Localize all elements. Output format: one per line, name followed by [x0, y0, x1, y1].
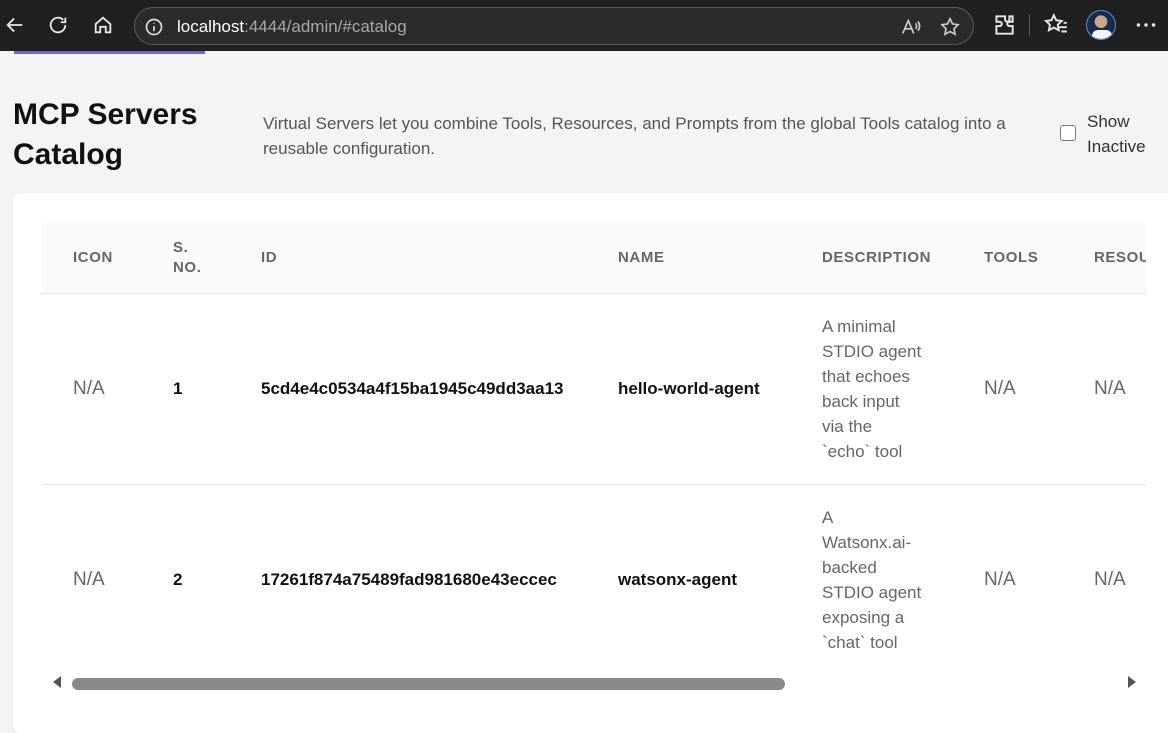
read-aloud-icon[interactable]: [900, 16, 922, 38]
scroll-right-arrow-icon[interactable]: [1128, 676, 1136, 688]
header-sno-text: S. NO.: [173, 238, 202, 276]
scrollbar-thumb[interactable]: [72, 678, 785, 690]
show-inactive-toggle[interactable]: Show Inactive: [1060, 109, 1157, 159]
table-row: N/A 1 5cd4e4c0534a4f15ba1945c49dd3aa13 h…: [42, 293, 1146, 484]
cell-icon: N/A: [73, 569, 105, 591]
show-inactive-checkbox[interactable]: [1060, 125, 1076, 141]
cell-description: A minimal STDIO agent that echoes back i…: [791, 293, 953, 484]
url-text[interactable]: localhost:4444/admin/#catalog: [177, 17, 407, 37]
profile-avatar[interactable]: [1086, 10, 1116, 40]
cell-resources: N/A: [1094, 378, 1126, 399]
cell-sno: 2: [173, 570, 183, 590]
browser-toolbar: localhost:4444/admin/#catalog: [0, 0, 1168, 51]
url-path: :4444/admin/#catalog: [244, 17, 407, 36]
favorites-icon[interactable]: [1043, 12, 1069, 38]
url-host: localhost: [177, 17, 245, 36]
header-tools: TOOLS: [984, 248, 1039, 266]
table-scroll-container[interactable]: ICON S. NO. ID NAME DESCRIPTION TOOLS RE…: [42, 223, 1146, 669]
active-tab-indicator: [14, 51, 205, 54]
toolbar-divider: [1029, 14, 1030, 36]
cell-name: watsonx-agent: [618, 570, 738, 590]
scroll-left-arrow-icon[interactable]: [53, 676, 61, 688]
catalog-card: ICON S. NO. ID NAME DESCRIPTION TOOLS RE…: [13, 193, 1168, 733]
horizontal-scrollbar[interactable]: [72, 678, 1120, 690]
header-name: NAME: [618, 248, 665, 266]
header-icon: ICON: [73, 248, 113, 266]
info-icon[interactable]: [144, 17, 164, 37]
header-sno: S. NO.: [142, 223, 230, 293]
cell-description: A Watsonx.ai-backed STDIO agent exposing…: [791, 484, 953, 669]
back-arrow-icon[interactable]: [0, 10, 30, 40]
cell-id: 17261f874a75489fad981680e43eccec: [261, 570, 557, 590]
cell-description-text: A minimal STDIO agent that echoes back i…: [822, 316, 922, 461]
refresh-icon[interactable]: [43, 10, 73, 40]
header-description: DESCRIPTION: [822, 248, 932, 266]
cell-id: 5cd4e4c0534a4f15ba1945c49dd3aa13: [261, 379, 564, 398]
page-title: MCP Servers Catalog: [13, 98, 198, 171]
cell-description-text: A Watsonx.ai-backed STDIO agent exposing…: [822, 507, 922, 652]
page-description: Virtual Servers let you combine Tools, R…: [263, 114, 1006, 158]
header-resources: RESOURCES: [1094, 248, 1146, 266]
cell-sno: 1: [173, 379, 183, 398]
cell-icon: N/A: [73, 378, 105, 399]
favorite-star-icon[interactable]: [939, 16, 961, 38]
cell-tools: N/A: [984, 378, 1016, 399]
header-id: ID: [261, 248, 278, 266]
catalog-table: ICON S. NO. ID NAME DESCRIPTION TOOLS RE…: [42, 223, 1146, 669]
show-inactive-label: Show Inactive: [1087, 112, 1146, 156]
table-header-row: ICON S. NO. ID NAME DESCRIPTION TOOLS RE…: [42, 223, 1146, 293]
address-bar[interactable]: localhost:4444/admin/#catalog: [134, 7, 974, 45]
more-options-icon[interactable]: [1133, 12, 1159, 38]
cell-tools: N/A: [984, 569, 1016, 591]
cell-resources: N/A: [1094, 569, 1126, 591]
extensions-icon[interactable]: [991, 12, 1017, 38]
table-row: N/A 2 17261f874a75489fad981680e43eccec w…: [42, 484, 1146, 669]
home-icon[interactable]: [88, 10, 118, 40]
cell-name: hello-world-agent: [618, 379, 760, 398]
